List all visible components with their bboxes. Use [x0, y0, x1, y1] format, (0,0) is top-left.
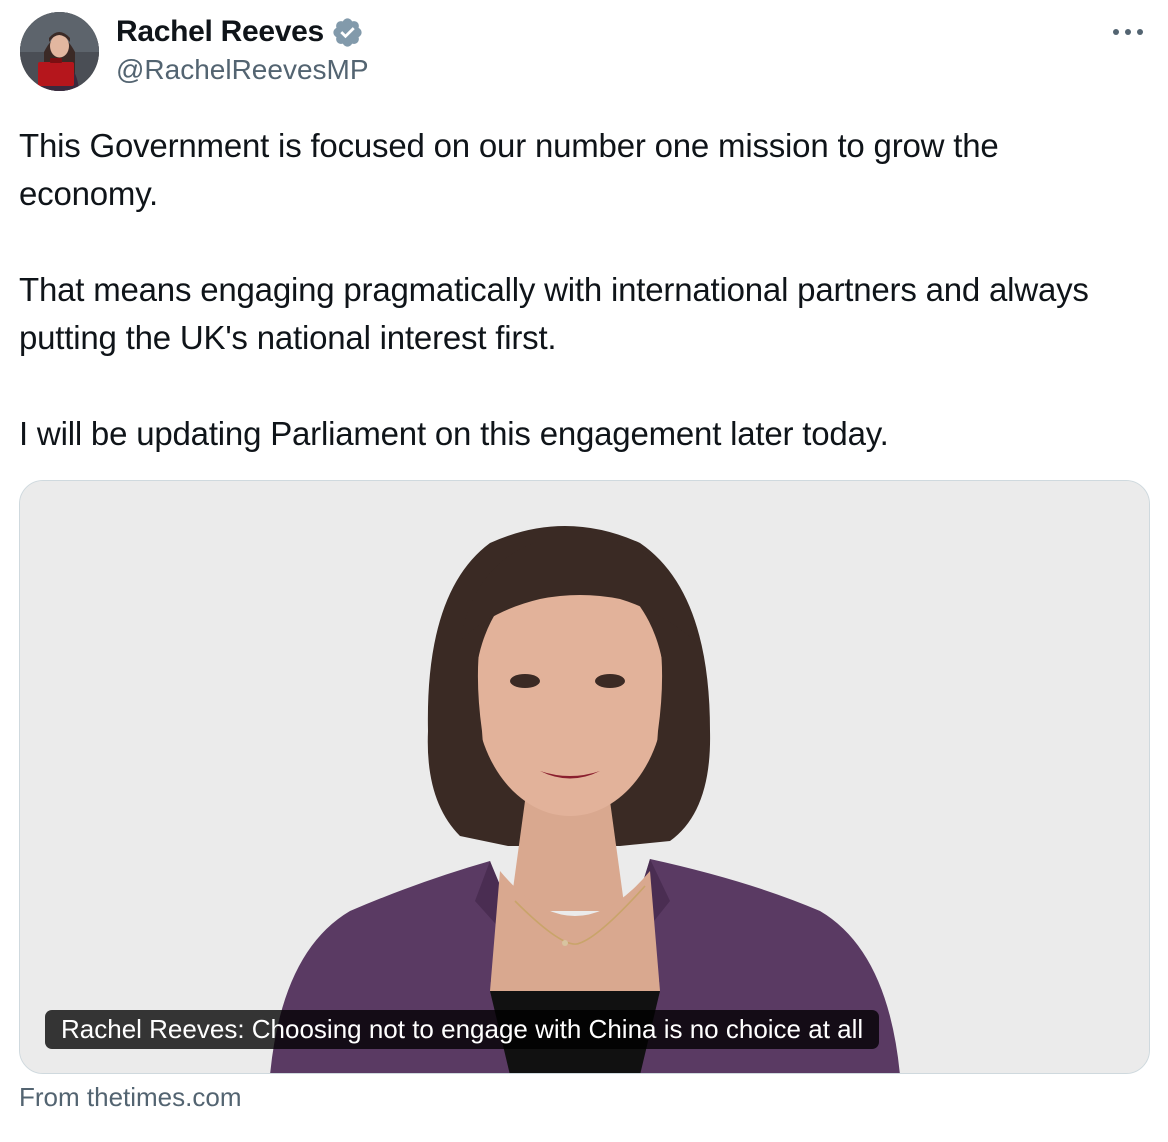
tweet-text: This Government is focused on our number…	[19, 122, 1139, 458]
card-source-link[interactable]: From thetimes.com	[19, 1082, 242, 1113]
card-title[interactable]: Rachel Reeves: Choosing not to engage wi…	[45, 1010, 880, 1049]
author-display-name[interactable]: Rachel Reeves	[116, 15, 324, 49]
author-handle[interactable]: @RachelReevesMP	[116, 54, 369, 86]
card-image	[20, 481, 1149, 1073]
tweet: Rachel Reeves @RachelReevesMP This Gover…	[0, 0, 1168, 1142]
verified-badge-icon	[331, 16, 364, 49]
tweet-paragraph: This Government is focused on our number…	[19, 127, 999, 212]
tweet-paragraph: That means engaging pragmatically with i…	[19, 271, 1089, 356]
more-options-icon[interactable]	[1108, 14, 1148, 50]
avatar[interactable]	[20, 12, 99, 91]
author-name-row: Rachel Reeves	[116, 14, 364, 50]
link-card[interactable]: Rachel Reeves: Choosing not to engage wi…	[19, 480, 1150, 1074]
tweet-paragraph: I will be updating Parliament on this en…	[19, 415, 889, 452]
